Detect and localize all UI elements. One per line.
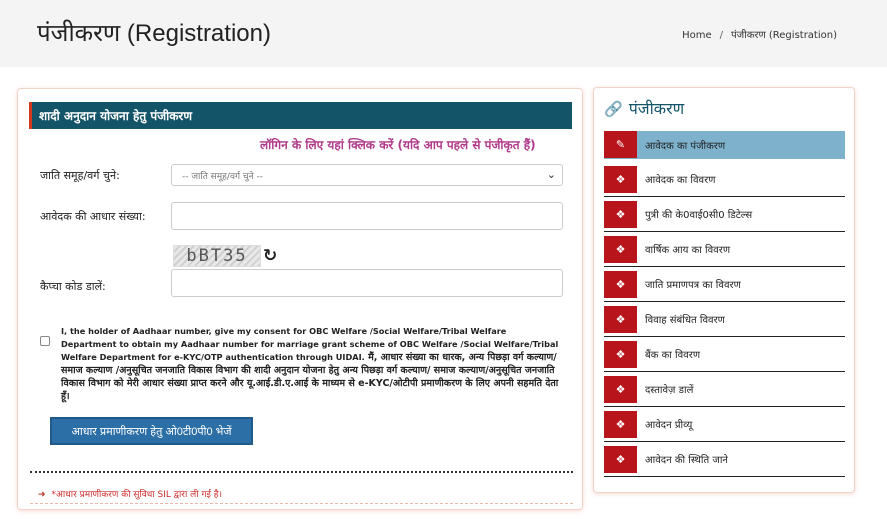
divider xyxy=(30,503,573,504)
breadcrumb-home-link[interactable]: Home xyxy=(682,30,712,41)
edit-icon: ✎ xyxy=(604,131,637,158)
cube-icon: ❖ xyxy=(604,340,637,368)
breadcrumb-separator: / xyxy=(719,30,724,41)
sidebar-item-label: विवाह संबंधित विवरण xyxy=(645,315,725,326)
sidebar-item-upload-documents[interactable]: ❖ दस्तावेज़ डालें xyxy=(604,372,845,407)
sidebar-item-label: वार्षिक आय का विवरण xyxy=(645,245,731,256)
sil-note: ➜ *आधार प्रमाणीकरण की सुविधा SIL द्वारा ल… xyxy=(38,487,222,500)
login-link[interactable]: लॉगिन के लिए यहां क्लिक करें (यदि आप पहल… xyxy=(260,136,536,153)
sidebar-item-label: जाति प्रमाणपत्र का विवरण xyxy=(645,280,741,291)
cube-icon: ❖ xyxy=(604,375,637,403)
sidebar-item-label: आवेदक का विवरण xyxy=(645,175,716,186)
form-section-title: शादी अनुदान योजना हेतु पंजीकरण xyxy=(29,102,572,129)
cube-icon: ❖ xyxy=(604,165,637,193)
caste-select[interactable]: -- जाति समूह/वर्ग चुने -- ⌄ xyxy=(171,164,563,186)
sidebar-title: 🔗 पंजीकरण xyxy=(604,97,684,119)
sidebar-menu: ✎ आवेदक का पंजीकरण ❖ आवेदक का विवरण ❖ पु… xyxy=(604,131,845,477)
caste-select-value: -- जाति समूह/वर्ग चुने -- xyxy=(182,172,263,182)
breadcrumb-current: पंजीकरण (Registration) xyxy=(731,30,837,41)
sidebar-item-application-preview[interactable]: ❖ आवेदन प्रीव्यू xyxy=(604,407,845,442)
consent-checkbox[interactable] xyxy=(40,336,50,346)
send-otp-button[interactable]: आधार प्रमाणीकरण हेतु ओ0टी0पी0 भेजें xyxy=(50,417,253,445)
captcha-label: कैप्चा कोड डालें: xyxy=(40,280,106,293)
cube-icon: ❖ xyxy=(604,270,637,298)
sidebar-item-daughter-kyc[interactable]: ❖ पुत्री की के0वाई0सी0 डिटेल्स xyxy=(604,197,845,232)
sidebar-item-bank-details[interactable]: ❖ बैंक का विवरण xyxy=(604,337,845,372)
sidebar-title-text: पंजीकरण xyxy=(628,99,685,118)
sidebar-item-label: आवेदक का पंजीकरण xyxy=(645,140,726,152)
sidebar-panel: 🔗 पंजीकरण ✎ आवेदक का पंजीकरण ❖ आवेदक का व… xyxy=(593,87,855,493)
sidebar-item-label: आवेदन प्रीव्यू xyxy=(645,420,693,431)
refresh-icon[interactable]: ↻ xyxy=(263,246,277,266)
page-title: पंजीकरण (Registration) xyxy=(37,20,271,47)
arrow-right-icon: ➜ xyxy=(38,490,46,500)
consent-text: I, the holder of Aadhaar number, give my… xyxy=(61,325,564,403)
registration-form-panel: शादी अनुदान योजना हेतु पंजीकरण लॉगिन के … xyxy=(17,88,583,510)
aadhaar-label: आवेदक की आधार संख्या: xyxy=(40,210,146,223)
captcha-input[interactable] xyxy=(171,269,563,297)
sidebar-item-label: दस्तावेज़ डालें xyxy=(645,385,694,396)
sidebar-item-caste-certificate[interactable]: ❖ जाति प्रमाणपत्र का विवरण xyxy=(604,267,845,302)
sil-note-text: *आधार प्रमाणीकरण की सुविधा SIL द्वारा ली… xyxy=(51,490,222,500)
chevron-down-icon: ⌄ xyxy=(546,168,556,181)
aadhaar-input[interactable] xyxy=(171,202,563,230)
sidebar-item-applicant-registration[interactable]: ✎ आवेदक का पंजीकरण xyxy=(604,131,845,159)
sidebar-item-marriage-details[interactable]: ❖ विवाह संबंधित विवरण xyxy=(604,302,845,337)
breadcrumb: Home / पंजीकरण (Registration) xyxy=(682,27,837,41)
page-header: पंजीकरण (Registration) Home / पंजीकरण (Reg… xyxy=(0,0,887,67)
cube-icon: ❖ xyxy=(604,235,637,263)
captcha-image: bBT35 xyxy=(173,245,261,267)
sidebar-item-annual-income[interactable]: ❖ वार्षिक आय का विवरण xyxy=(604,232,845,267)
caste-label: जाति समूह/वर्ग चुने: xyxy=(40,169,120,182)
link-icon: 🔗 xyxy=(604,100,623,118)
cube-icon: ❖ xyxy=(604,410,637,438)
sidebar-item-application-status[interactable]: ❖ आवेदन की स्थिति जाने xyxy=(604,442,845,477)
sidebar-item-label: बैंक का विवरण xyxy=(645,350,701,361)
sidebar-item-applicant-details[interactable]: ❖ आवेदक का विवरण xyxy=(604,162,845,197)
cube-icon: ❖ xyxy=(604,305,637,333)
sidebar-item-label: पुत्री की के0वाई0सी0 डिटेल्स xyxy=(645,210,753,221)
sidebar-item-label: आवेदन की स्थिति जाने xyxy=(645,455,728,466)
cube-icon: ❖ xyxy=(604,200,637,228)
cube-icon: ❖ xyxy=(604,445,637,473)
divider xyxy=(30,471,573,473)
